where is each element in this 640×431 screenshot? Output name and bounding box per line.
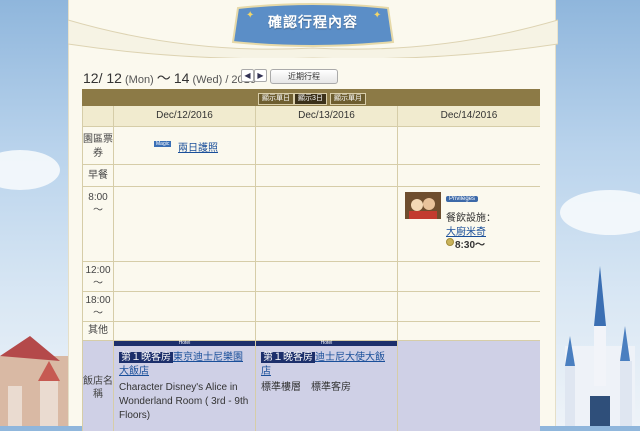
magic-ticket-icon: Magic: [154, 141, 172, 147]
row-label-hotel: 飯店名稱: [82, 341, 113, 431]
schedule-cell: [113, 292, 255, 321]
column-header: Dec/13/2016: [255, 106, 397, 126]
ticket-row: 園區票券 Magic 兩日護照: [82, 127, 540, 165]
next-button[interactable]: ▶: [254, 69, 267, 82]
dining-category: 餐飲設施：: [446, 213, 496, 224]
schedule-cell: [397, 262, 540, 291]
hotel-cell: Hotel 第１晚客房 迪士尼大使大飯店 標準樓層 標準客房: [255, 341, 397, 431]
night-tag: 第１晚客房: [261, 352, 315, 363]
clock-icon: [446, 238, 454, 246]
dining-time: 8:30～: [455, 240, 486, 251]
hotel-cell: [397, 341, 540, 431]
castle-right-decoration: [565, 266, 635, 426]
other-cell: [397, 322, 540, 340]
hotel-row: 飯店名稱 Hotel 第１晚客房 東京迪士尼樂園大飯店 Character Dis…: [82, 341, 540, 431]
row-label-other: 其他: [82, 322, 113, 340]
page-title: 確認行程內容: [268, 14, 358, 30]
cloud-decoration: [0, 150, 60, 190]
ticket-link[interactable]: 兩日護照: [178, 139, 218, 154]
view-month-button[interactable]: 顯示單月: [330, 93, 366, 105]
column-header: Dec/12/2016: [113, 106, 255, 126]
time-row-0800: 8:00 ～ Privileges 餐飲設施： 大廚米奇 8:30～: [82, 187, 540, 262]
schedule-cell: [113, 187, 255, 261]
start-day: 12/ 12: [83, 70, 122, 86]
breakfast-cell: [397, 165, 540, 186]
prev-button[interactable]: ◀: [241, 69, 254, 82]
end-weekday: (Wed): [192, 74, 223, 86]
hotel-cell: Hotel 第１晚客房 東京迪士尼樂園大飯店 Character Disney's…: [113, 341, 255, 431]
row-label-ticket: 園區票券: [82, 127, 113, 164]
breakfast-cell: [113, 165, 255, 186]
other-cell: [113, 322, 255, 340]
schedule-cell: [113, 262, 255, 291]
other-row: 其他: [82, 322, 540, 341]
castle-left-decoration: [0, 336, 70, 426]
row-label-1800: 18:00 ～: [82, 292, 113, 321]
dining-thumbnail: [405, 192, 441, 219]
room-type: 標準樓層 標準客房: [261, 382, 351, 393]
row-label-0800: 8:00 ～: [82, 187, 113, 261]
ticket-cell: [255, 127, 397, 164]
schedule-cell: [255, 262, 397, 291]
range-separator: ～: [156, 70, 171, 86]
ticket-cell: Magic 兩日護照: [113, 127, 255, 164]
breakfast-cell: [255, 165, 397, 186]
time-row-1200: 12:00 ～: [82, 262, 540, 292]
end-day: 14: [173, 70, 190, 86]
schedule-cell: [255, 187, 397, 261]
date-range: 12/ 12 (Mon) ～ 14 (Wed) / 2016: [83, 68, 256, 88]
recent-itinerary-button[interactable]: 近期行程: [270, 69, 338, 84]
schedule-cell: [397, 292, 540, 321]
view-three-day-button[interactable]: 顯示3日: [294, 93, 327, 105]
privileges-badge: Privileges: [446, 196, 479, 202]
column-header: Dec/14/2016: [397, 106, 540, 126]
other-cell: [255, 322, 397, 340]
start-weekday: (Mon): [125, 74, 154, 86]
ticket-cell: [397, 127, 540, 164]
schedule-cell: Privileges 餐飲設施： 大廚米奇 8:30～: [397, 187, 540, 261]
view-toggle-bar: 顯示單日 顯示3日 顯示單月: [82, 89, 540, 106]
breakfast-row: 早餐: [82, 165, 540, 187]
row-label-1200: 12:00 ～: [82, 262, 113, 291]
date-header-row: Dec/12/2016 Dec/13/2016 Dec/14/2016: [82, 106, 540, 127]
room-type: Character Disney's Alice in Wonderland R…: [119, 382, 249, 421]
hotel-info: 第１晚客房 迪士尼大使大飯店 標準樓層 標準客房: [256, 346, 397, 395]
cloud-decoration: [560, 190, 640, 235]
row-label-breakfast: 早餐: [82, 165, 113, 186]
view-single-day-button[interactable]: 顯示單日: [258, 93, 294, 105]
hotel-info: 第１晚客房 東京迪士尼樂園大飯店 Character Disney's Alice…: [114, 346, 255, 423]
corner-cell: [82, 106, 113, 126]
time-row-1800: 18:00 ～: [82, 292, 540, 322]
night-tag: 第１晚客房: [119, 352, 173, 363]
schedule-cell: [255, 292, 397, 321]
